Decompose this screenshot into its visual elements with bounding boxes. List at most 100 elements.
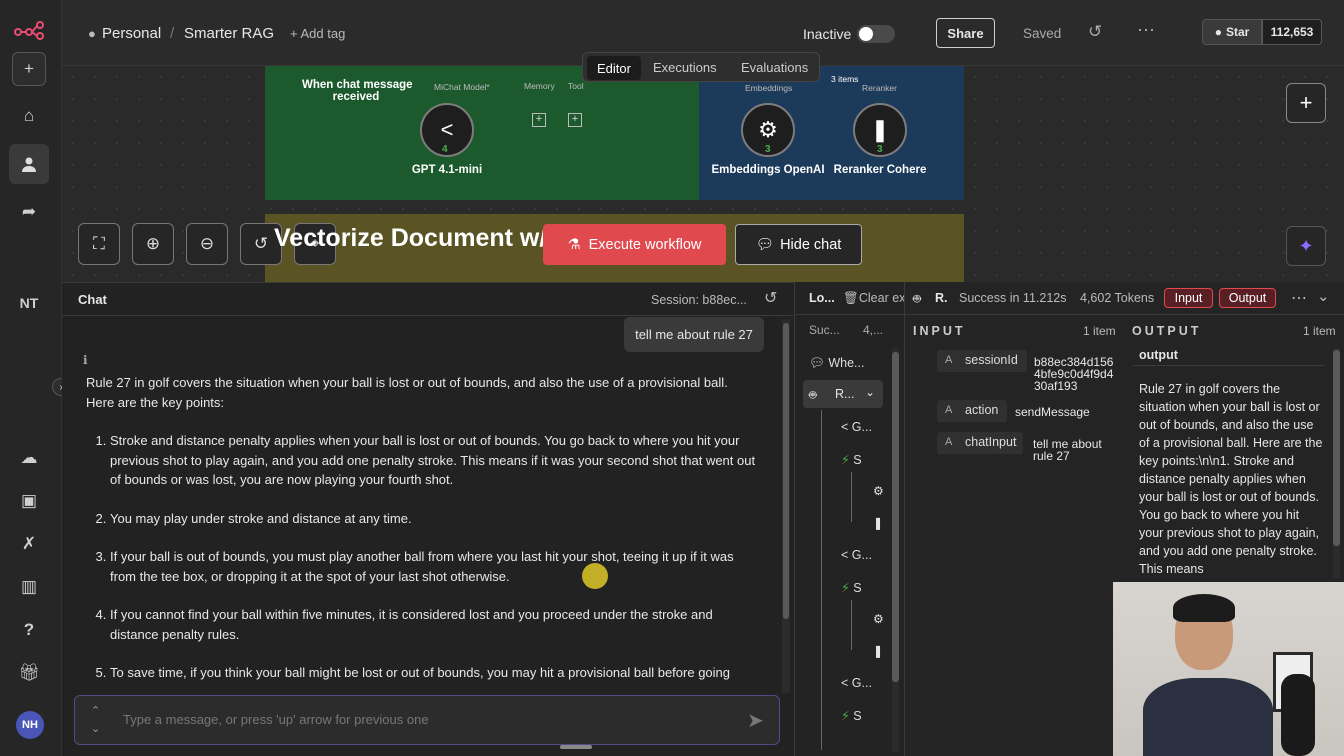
log-row-model[interactable]: < G... (841, 676, 872, 690)
undo-icon: ↺ (253, 234, 269, 253)
breadcrumb-separator: / (170, 25, 175, 42)
chevron-down-icon[interactable]: ⌄ (1317, 287, 1330, 305)
output-toggle[interactable]: Output (1219, 288, 1276, 308)
cohere-logo-icon: ❚ (870, 117, 890, 142)
token-count: 4,602 Tokens (1080, 291, 1155, 305)
fit-view-button[interactable]: ⛶ (78, 223, 120, 265)
openai-chat-icon: < (440, 117, 454, 142)
variables-icon[interactable]: ✗ (11, 526, 47, 562)
log-row-model[interactable]: < G... (841, 420, 872, 434)
insights-icon[interactable]: ▥ (11, 569, 47, 605)
log-row-tool[interactable]: ⚡︎ S (841, 708, 862, 723)
openai-chat-icon: < (841, 420, 852, 434)
output-value: Rule 27 in golf covers the situation whe… (1139, 382, 1323, 576)
more-icon[interactable]: ⋯ (1291, 288, 1307, 308)
chat-scrollbar[interactable] (782, 319, 790, 693)
robot-icon: 🤖︎ (809, 388, 817, 402)
workflow-name[interactable]: Smarter RAG (184, 25, 274, 42)
output-scrollbar[interactable] (1333, 348, 1340, 578)
help-icon[interactable]: ? (11, 612, 47, 648)
active-toggle[interactable] (857, 25, 895, 43)
send-icon[interactable]: ➤ (747, 708, 764, 733)
chat-input-box[interactable]: ⌃ ⌄ Type a message, or press 'up' arrow … (74, 695, 780, 745)
tool-bolt-icon: ⚡︎ (841, 581, 854, 595)
logs-summary: Suc... (809, 323, 840, 337)
logs-scrollbar[interactable] (892, 348, 899, 752)
add-tag-button[interactable]: + Add tag (290, 26, 345, 41)
tab-evaluations[interactable]: Evaluations (741, 60, 808, 75)
chevron-down-icon[interactable]: ⌄ (865, 385, 875, 399)
add-tool-icon[interactable]: + (568, 113, 582, 127)
embeddings-connector-label: Embeddings (745, 83, 793, 93)
home-icon[interactable]: ⌂ (11, 98, 47, 134)
add-node-button[interactable]: + (1286, 83, 1326, 123)
log-row-agent[interactable]: 🤖︎ R... ⌄ (803, 380, 883, 408)
clear-label: Clear ex (858, 291, 906, 305)
project-breadcrumb[interactable]: Personal (102, 25, 161, 42)
cloud-icon[interactable]: ☁ (11, 440, 47, 476)
tab-editor[interactable]: Editor (587, 56, 641, 80)
execute-workflow-button[interactable]: ⚗ Execute workflow (543, 224, 726, 265)
openai-logo-icon: ⚙ (873, 484, 884, 498)
github-star-button[interactable]: ● Star (1202, 19, 1262, 45)
openai-logo-icon: ⚙ (873, 612, 884, 626)
openai-chat-icon: < (841, 676, 852, 690)
output-item-count: 1 item (1303, 324, 1336, 338)
chat-input[interactable]: Type a message, or press 'up' arrow for … (123, 712, 429, 727)
add-memory-icon[interactable]: + (532, 113, 546, 127)
share-button[interactable]: Share (936, 18, 995, 48)
left-sidebar: + ⌂ ➦ NT › ☁ ▣ ✗ ▥ ? 🎁︎ NH (0, 0, 70, 756)
avatar[interactable]: NH (16, 711, 44, 739)
history-down-icon[interactable]: ⌄ (91, 722, 100, 735)
n8n-logo-icon[interactable] (11, 12, 47, 48)
openai-logo-icon: ⚙ (758, 117, 778, 142)
project-initials[interactable]: NT (11, 285, 47, 321)
bot-message: Rule 27 in golf covers the situation whe… (86, 373, 756, 687)
hide-chat-label: Hide chat (780, 236, 842, 253)
status-label: Inactive (803, 26, 852, 42)
memory-connector-label: Memory (524, 81, 555, 91)
hide-chat-button[interactable]: 💬︎ Hide chat (735, 224, 862, 265)
cursor-highlight (582, 563, 608, 589)
tool-bolt-icon: ⚡︎ (841, 709, 854, 723)
string-type-icon: A (945, 404, 953, 416)
input-toggle[interactable]: Input (1164, 288, 1213, 308)
list-item: To save time, if you think your ball mig… (110, 663, 756, 687)
field-key-chatinput: A chatInput (937, 432, 1023, 454)
tab-executions[interactable]: Executions (653, 60, 717, 75)
embeddings-run-count: 3 (765, 144, 771, 155)
retrieval-sticky-note[interactable] (699, 66, 964, 200)
more-icon[interactable]: ⋯ (1137, 20, 1155, 41)
log-row-trigger[interactable]: 💬︎ Whe... (809, 356, 864, 371)
list-item: If your ball is out of bounds, you must … (110, 547, 756, 586)
logs-panel: Lo... 🗑︎Clear ex Suc... 4,... 💬︎ Whe... … (794, 282, 905, 756)
share-icon[interactable]: ➦ (11, 194, 47, 230)
user-icon[interactable] (9, 144, 49, 184)
zoom-in-button[interactable]: ⊕ (132, 223, 174, 265)
sticky-title: Vectorize Document w/ (274, 224, 547, 252)
execution-status: Success in 11.212s (959, 291, 1067, 305)
ai-assistant-button[interactable]: ✦ (1286, 226, 1326, 266)
plus-icon[interactable]: + (12, 52, 46, 86)
log-row-tool[interactable]: ⚡︎ S (841, 452, 862, 467)
log-row-tool[interactable]: ⚡︎ S (841, 580, 862, 595)
log-row-model[interactable]: < G... (841, 548, 872, 562)
star-count: 112,653 (1262, 19, 1322, 45)
reset-session-icon[interactable]: ↺ (764, 288, 777, 308)
history-icon[interactable]: ↺ (1088, 22, 1102, 42)
workflow-canvas[interactable]: When chat message received MiChat Model* … (62, 52, 1344, 282)
field-value-chatinput: tell me about rule 27 (1033, 437, 1102, 463)
box-icon[interactable]: ▣ (11, 483, 47, 519)
resize-handle[interactable] (560, 745, 592, 749)
zoom-in-icon: ⊕ (145, 234, 161, 253)
gift-icon[interactable]: 🎁︎ (11, 655, 47, 691)
info-icon[interactable]: ℹ (83, 353, 88, 367)
clear-execution-button[interactable]: 🗑︎Clear ex (843, 291, 905, 306)
flask-icon: ⚗ (567, 236, 581, 253)
zoom-out-button[interactable]: ⊖ (186, 223, 228, 265)
history-up-icon[interactable]: ⌃ (91, 704, 100, 717)
chat-title: Chat (78, 292, 107, 307)
log-row-label: R... (835, 387, 855, 401)
zoom-out-icon: ⊖ (199, 234, 215, 253)
user-icon: ● (88, 26, 96, 41)
